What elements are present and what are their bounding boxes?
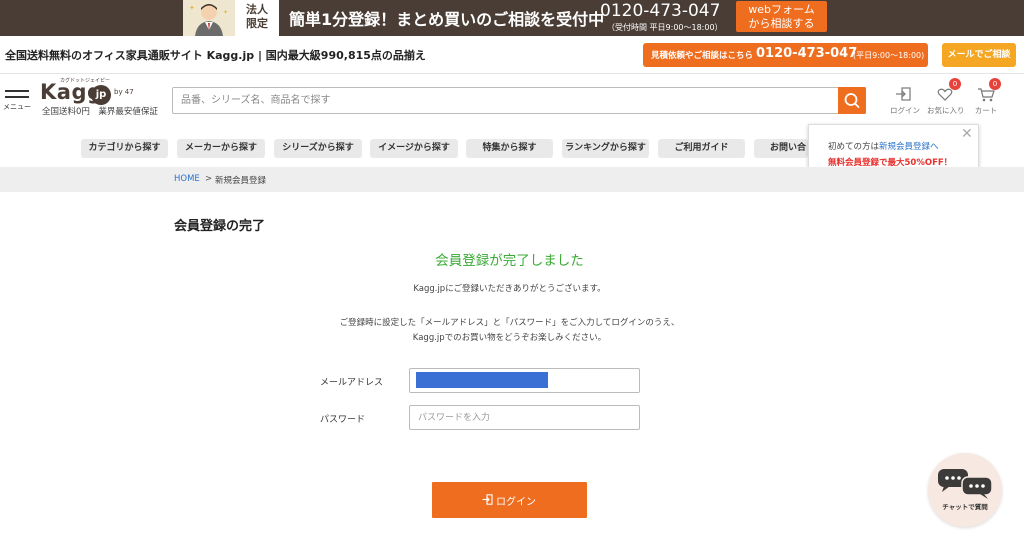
login-icon xyxy=(482,494,493,505)
contact-phone: 0120-473-047 xyxy=(756,46,858,61)
logo-tagline: 全国送料0円 業界最安値保証 xyxy=(42,107,158,117)
login-button-label: ログイン xyxy=(496,497,536,508)
cart-count-badge: 0 xyxy=(989,78,1001,90)
nav-ranking[interactable]: ランキングから探す xyxy=(562,139,649,158)
favorites-count-badge: 0 xyxy=(949,78,961,90)
contact-phone-button[interactable]: 見積依頼やご相談はこちら 0120-473-047 (平日9:00～18:00) xyxy=(643,43,928,67)
search-button[interactable] xyxy=(838,87,866,114)
instruction-line1: ご登録時に設定した「メールアドレス」と「パスワード」をご入力してログインのうえ、 xyxy=(339,318,680,328)
nav-guide[interactable]: ご利用ガイド xyxy=(658,139,745,158)
password-label: パスワード xyxy=(320,415,366,425)
close-icon[interactable]: ✕ xyxy=(961,126,973,142)
site-logo[interactable]: カグドットジェイピー Kagg jp by 47 全国送料0円 業界最安値保証 xyxy=(40,78,160,117)
promo-banner[interactable]: ✦ ✦ 法人 限定 簡単1分登録！まとめ買いのご相談を受付中 0120-473-… xyxy=(0,0,1024,36)
corporate-only-label: 法人 限定 xyxy=(235,0,279,36)
login-nav[interactable]: ログイン xyxy=(890,86,920,115)
cart-label: カート xyxy=(974,106,998,115)
login-icon xyxy=(896,87,911,101)
web-form-button[interactable]: webフォーム から相談する xyxy=(736,1,827,32)
nav-image[interactable]: イメージから探す xyxy=(370,139,458,158)
hamburger-icon xyxy=(5,90,29,92)
hamburger-icon-bar xyxy=(5,96,29,98)
chat-button[interactable]: チャットで質問 xyxy=(928,453,1002,527)
breadcrumb-home[interactable]: HOME xyxy=(174,174,200,184)
chat-label: チャットで質問 xyxy=(942,503,988,511)
favorites-label: お気に入り xyxy=(927,106,965,115)
svg-text:✦: ✦ xyxy=(223,9,228,16)
instruction-line2: Kagg.jpでのお買い物をどうぞお楽しみください。 xyxy=(412,333,607,343)
breadcrumb-current: 新規会員登録 xyxy=(215,176,267,186)
corporate-only-line1: 法人 xyxy=(246,3,268,16)
nav-series[interactable]: シリーズから探す xyxy=(274,139,362,158)
web-form-line1: webフォーム xyxy=(748,3,815,16)
nav-maker[interactable]: メーカーから探す xyxy=(177,139,265,158)
cart-nav[interactable]: 0 カート xyxy=(972,78,1001,115)
logo-by: by 47 xyxy=(114,88,134,96)
favorites-nav[interactable]: 0 お気に入り xyxy=(927,78,965,115)
nav-category[interactable]: カテゴリから探す xyxy=(81,139,168,158)
popup-prefix: 初めての方は xyxy=(828,142,880,152)
menu-label: メニュー xyxy=(3,103,31,111)
password-field[interactable] xyxy=(409,405,640,430)
contact-label: 見積依頼やご相談はこちら xyxy=(651,51,754,61)
logo-jp-badge: jp xyxy=(91,85,111,105)
email-label: メールアドレス xyxy=(320,378,384,388)
chat-bubbles-icon xyxy=(938,469,993,499)
breadcrumb: HOME > 新規会員登録 xyxy=(0,167,1024,192)
popup-line1: 初めての方は新規会員登録へ xyxy=(828,140,939,152)
menu-button[interactable]: メニュー xyxy=(3,88,31,114)
banner-hours: （受付時間 平日9:00～18:00） xyxy=(607,23,723,32)
nav-feature[interactable]: 特集から探す xyxy=(466,139,553,158)
email-redaction xyxy=(416,372,548,388)
signup-link[interactable]: 新規会員登録へ xyxy=(879,142,939,152)
breadcrumb-separator: > xyxy=(205,174,213,184)
search-bar xyxy=(172,87,866,114)
mail-consult-button[interactable]: メールでご相談 xyxy=(942,43,1016,67)
corporate-only-line2: 限定 xyxy=(246,17,268,30)
svg-text:✦: ✦ xyxy=(189,4,195,12)
search-input[interactable] xyxy=(181,91,821,110)
thanks-text: Kagg.jpにご登録いただきありがとうございます。 xyxy=(413,284,606,294)
nav-contact[interactable]: お問い合 xyxy=(754,139,808,158)
contact-hours: (平日9:00～18:00) xyxy=(853,51,925,60)
login-label: ログイン xyxy=(890,106,920,115)
banner-phone[interactable]: 0120-473-047 xyxy=(600,1,720,21)
promo-text: 簡単1分登録！まとめ買いのご相談を受付中 xyxy=(289,10,605,29)
page-title: 会員登録の完了 xyxy=(174,219,266,234)
web-form-line2: から相談する xyxy=(748,17,815,30)
header-divider xyxy=(0,73,1024,74)
site-description: 全国送料無料のオフィス家具通販サイト Kagg.jp | 国内最大級990,81… xyxy=(5,49,426,62)
mascot-image: ✦ ✦ xyxy=(183,0,235,36)
login-button[interactable]: ログイン xyxy=(432,482,587,518)
completion-message: 会員登録が完了しました xyxy=(435,253,584,269)
search-icon xyxy=(844,93,860,108)
